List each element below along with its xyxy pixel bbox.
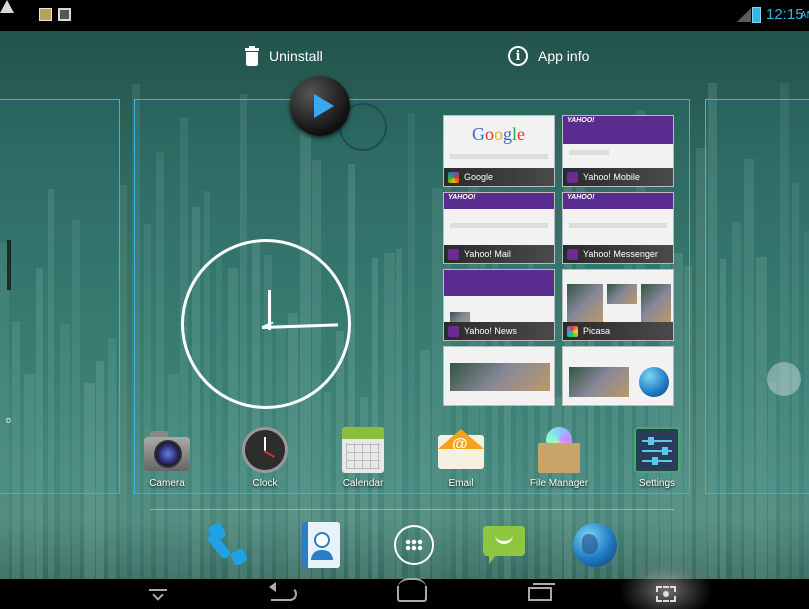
dragged-play-app-icon[interactable] xyxy=(290,76,350,136)
app-info-drop-target[interactable]: i App info xyxy=(508,43,589,69)
app-label: Clock xyxy=(252,478,278,489)
recent-app-label: Yahoo! Messenger xyxy=(583,249,658,259)
recent-app-label: Yahoo! News xyxy=(464,326,517,336)
phone-icon xyxy=(206,521,249,567)
recent-apps-icon xyxy=(528,583,555,601)
uninstall-label: Uninstall xyxy=(269,48,323,64)
dock-contacts[interactable] xyxy=(296,520,346,570)
picasa-icon xyxy=(567,325,578,337)
workspace-right[interactable] xyxy=(705,99,809,494)
info-icon: i xyxy=(508,46,528,66)
app-label: Email xyxy=(448,478,474,489)
recent-app-label: Google xyxy=(464,172,494,182)
app-camera[interactable]: Camera xyxy=(131,425,203,489)
dock-browser[interactable] xyxy=(570,520,620,570)
screenshot-button[interactable] xyxy=(641,579,691,609)
recent-app-label: Picasa xyxy=(583,326,611,336)
back-icon xyxy=(269,582,297,601)
app-clock[interactable]: Clock xyxy=(229,425,301,489)
dock-divider xyxy=(150,509,674,510)
hide-keyboard-icon xyxy=(149,589,167,601)
recent-apps-button[interactable] xyxy=(515,579,565,609)
minute-hand xyxy=(261,323,339,329)
battery-icon xyxy=(752,7,761,23)
yahoo-icon xyxy=(567,248,578,260)
signal-icon xyxy=(737,8,751,22)
app-label: Settings xyxy=(638,478,676,489)
file-manager-icon xyxy=(534,425,584,475)
recent-app-yahoo-news[interactable]: Yahoo! News xyxy=(443,269,555,341)
hide-keyboard-button[interactable] xyxy=(133,579,183,609)
google-icon xyxy=(448,171,459,183)
clock-icon xyxy=(240,425,290,475)
trash-icon xyxy=(245,46,259,66)
all-apps-icon xyxy=(394,525,434,565)
contacts-icon xyxy=(296,520,346,570)
status-bar: 12:15 AM xyxy=(0,0,809,31)
app-info-label: App info xyxy=(538,48,590,64)
recent-app-google[interactable]: Google Google xyxy=(443,115,555,187)
image-icon xyxy=(58,8,71,21)
screenshot-icon xyxy=(656,586,676,602)
right-page-handle[interactable] xyxy=(767,362,801,396)
recent-app-picasa[interactable]: Picasa xyxy=(562,269,674,341)
app-file-manager[interactable]: File Manager xyxy=(523,425,595,489)
wallpaper-stripe xyxy=(120,185,127,579)
dock-phone[interactable] xyxy=(202,520,252,570)
app-settings[interactable]: Settings xyxy=(621,425,693,489)
settings-icon xyxy=(632,425,682,475)
home-icon xyxy=(397,578,427,602)
sd-card-icon xyxy=(39,8,52,21)
browser-icon xyxy=(570,520,620,570)
status-ampm: AM xyxy=(800,10,809,21)
google-logo: Google xyxy=(472,124,526,144)
messaging-icon xyxy=(479,520,529,570)
recent-app-yahoo-messenger[interactable]: YAHOO! Yahoo! Messenger xyxy=(562,192,674,264)
status-time: 12:15 xyxy=(766,6,804,23)
analog-clock-widget[interactable] xyxy=(181,239,351,409)
recent-app-webpage-2[interactable] xyxy=(562,346,674,406)
recent-app-yahoo-mobile[interactable]: YAHOO! Yahoo! Mobile xyxy=(562,115,674,187)
recent-app-label: Yahoo! Mobile xyxy=(583,172,640,182)
home-screen: 12:15 AM Uninstall i App info o Google G… xyxy=(0,0,809,609)
email-icon: @ xyxy=(436,425,486,475)
workspace-left[interactable] xyxy=(0,99,120,494)
app-label: Camera xyxy=(149,478,185,489)
dock-all-apps[interactable] xyxy=(389,520,439,570)
dock-messaging[interactable] xyxy=(479,520,529,570)
recent-app-label: Yahoo! Mail xyxy=(464,249,511,259)
yahoo-icon xyxy=(567,171,578,183)
app-label: File Manager xyxy=(529,478,589,489)
warning-icon xyxy=(0,0,14,13)
app-email[interactable]: @ Email xyxy=(425,425,497,489)
camera-icon xyxy=(142,425,192,475)
calendar-icon xyxy=(338,425,388,475)
left-edge-text: o xyxy=(6,415,12,425)
app-calendar[interactable]: Calendar xyxy=(327,425,399,489)
uninstall-drop-target[interactable]: Uninstall xyxy=(245,43,323,69)
back-button[interactable] xyxy=(259,579,309,609)
yahoo-icon xyxy=(448,248,459,260)
app-label: Calendar xyxy=(342,478,384,489)
recent-app-webpage-1[interactable] xyxy=(443,346,555,406)
left-edge-handle xyxy=(7,240,11,290)
home-button[interactable] xyxy=(387,578,437,609)
recent-app-yahoo-mail[interactable]: YAHOO! Yahoo! Mail xyxy=(443,192,555,264)
yahoo-icon xyxy=(448,325,459,337)
